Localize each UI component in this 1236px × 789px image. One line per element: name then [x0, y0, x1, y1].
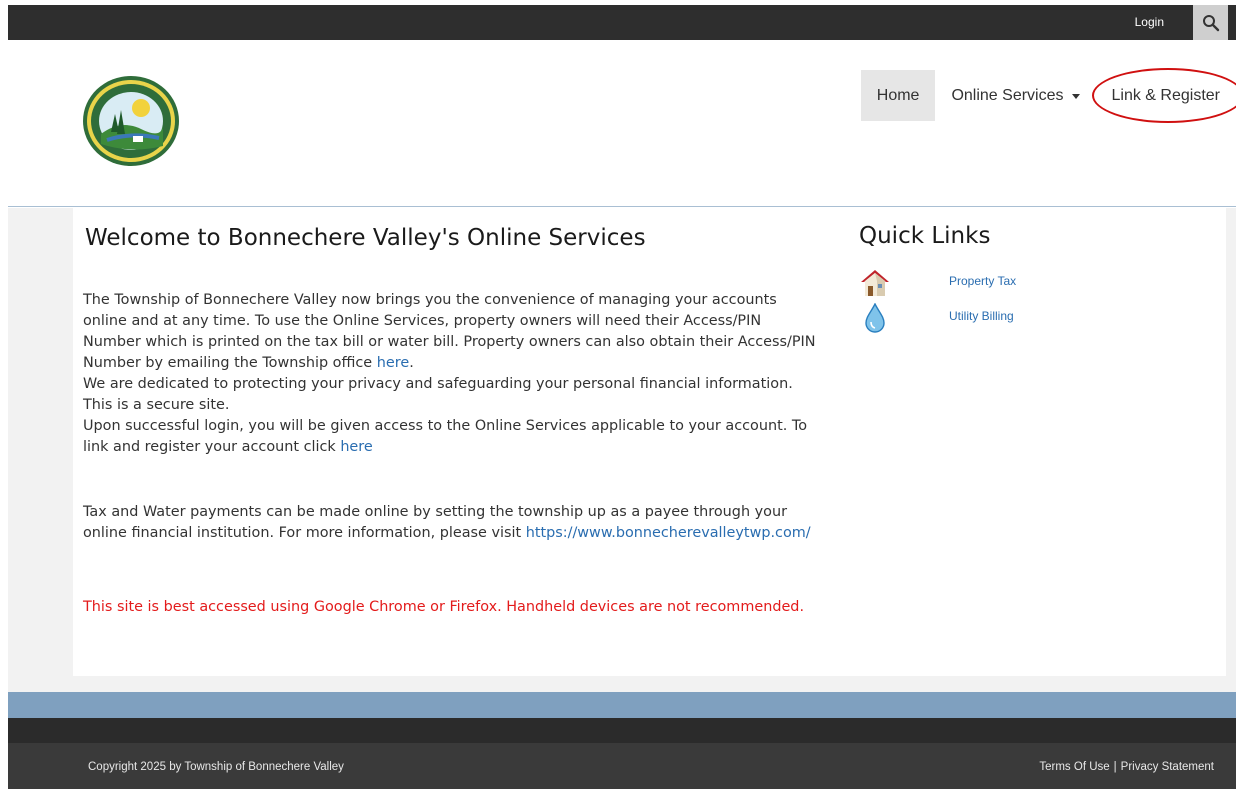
footer-separator: |	[1113, 761, 1117, 773]
search-button[interactable]	[1193, 5, 1228, 40]
login-link[interactable]: Login	[1135, 15, 1164, 29]
utility-billing-link[interactable]: Utility Billing	[949, 309, 1014, 323]
nav-home[interactable]: Home	[860, 70, 936, 121]
nav-link-register[interactable]: Link & Register	[1091, 68, 1236, 123]
top-bar: Login	[8, 5, 1236, 40]
property-tax-link[interactable]: Property Tax	[949, 274, 1016, 288]
site-header: Home Online Services Link & Register	[8, 40, 1236, 207]
intro-text-c: Upon successful login, you will be given…	[83, 418, 808, 455]
link-register-here-link[interactable]: here	[340, 439, 372, 455]
browser-warning: This site is best accessed using Google …	[83, 599, 805, 615]
caret-down-icon	[1071, 94, 1080, 99]
nav-online-services[interactable]: Online Services	[935, 70, 1095, 121]
email-office-link[interactable]: here	[377, 355, 409, 371]
site-footer: Copyright 2025 by Township of Bonnechere…	[8, 743, 1236, 789]
township-seal-logo[interactable]	[81, 74, 181, 168]
page-title: Welcome to Bonnechere Valley's Online Se…	[85, 225, 646, 251]
terms-of-use-link[interactable]: Terms Of Use	[1039, 761, 1109, 773]
house-icon[interactable]	[859, 268, 891, 298]
intro-text-a-end: .	[409, 355, 414, 371]
township-website-link[interactable]: https://www.bonnecherevalleytwp.com/	[526, 525, 811, 541]
intro-paragraph: The Township of Bonnechere Valley now br…	[83, 290, 823, 458]
intro-text-b: We are dedicated to protecting your priv…	[83, 376, 793, 413]
privacy-statement-link[interactable]: Privacy Statement	[1121, 761, 1214, 773]
footer-dark-band	[8, 718, 1236, 743]
nav-online-services-label: Online Services	[951, 86, 1064, 104]
footer-blue-band	[8, 692, 1236, 718]
search-icon	[1202, 14, 1219, 31]
main-nav: Home Online Services Link & Register	[860, 68, 1236, 123]
content-panel: Welcome to Bonnechere Valley's Online Se…	[73, 208, 1226, 676]
quick-links-title: Quick Links	[859, 223, 991, 249]
payment-paragraph: Tax and Water payments can be made onlin…	[83, 502, 823, 544]
intro-text-a: The Township of Bonnechere Valley now br…	[83, 292, 816, 371]
footer-links: Terms Of Use | Privacy Statement	[1039, 761, 1214, 773]
nav-home-label: Home	[876, 86, 920, 104]
nav-link-register-label: Link & Register	[1111, 86, 1221, 104]
water-drop-icon[interactable]	[859, 303, 891, 333]
copyright-text: Copyright 2025 by Township of Bonnechere…	[88, 761, 344, 773]
